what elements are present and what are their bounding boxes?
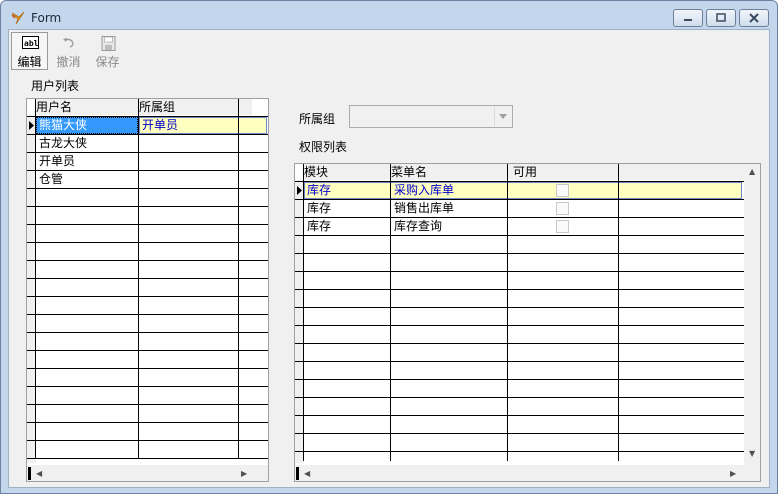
permission-grid-header-module[interactable]: 模块: [303, 164, 390, 180]
grid-column-line: [238, 99, 239, 458]
user-row-1-group[interactable]: 开单员: [139, 117, 178, 133]
grid-row-line: [27, 422, 268, 423]
grid-row-line: [27, 458, 268, 459]
grid-row-line: [295, 325, 744, 326]
perm-row-3-menu[interactable]: 库存查询: [391, 218, 442, 234]
save-button-label: 保存: [95, 55, 120, 69]
grid-row-line: [295, 235, 744, 236]
minimize-icon: [684, 19, 692, 21]
grid-row-line: [27, 278, 268, 279]
undo-button-label: 撤消: [56, 55, 81, 69]
user-grid-header-filler: [238, 99, 252, 115]
grid-row-line: [27, 170, 268, 171]
group-combobox[interactable]: [349, 105, 513, 128]
user-grid-header-name[interactable]: 用户名: [35, 99, 138, 115]
permission-grid-header-enabled[interactable]: 可用: [507, 164, 618, 180]
toolbar: abl 编辑 撤消 保存: [11, 32, 126, 72]
grid-row-line: [27, 332, 268, 333]
scroll-left-icon[interactable]: ◀: [304, 469, 310, 478]
edit-button[interactable]: abl 编辑: [11, 32, 48, 70]
grid-row-line: [295, 343, 744, 344]
grid-row-line: [295, 379, 744, 380]
grid-row-line: [295, 433, 744, 434]
group-field-label: 所属组: [299, 112, 336, 126]
user-list-label: 用户列表: [31, 79, 80, 93]
user-row-1-name[interactable]: 熊猫大侠: [36, 117, 87, 133]
grid-row-line: [27, 404, 268, 405]
grid-row-line: [27, 296, 268, 297]
permission-grid-header-filler: [618, 164, 744, 180]
perm-row-2-menu[interactable]: 销售出库单: [391, 200, 454, 216]
perm-row-3-module[interactable]: 库存: [304, 218, 331, 234]
scroll-left-icon[interactable]: ◀: [36, 469, 42, 478]
permission-row-current-highlight: [304, 182, 742, 199]
grid-row-line: [295, 307, 744, 308]
chevron-down-icon: [499, 114, 507, 119]
maximize-icon: [716, 13, 726, 22]
scroll-right-icon[interactable]: ▶: [241, 469, 247, 478]
permission-grid-header-menu[interactable]: 菜单名: [390, 164, 507, 180]
grid-row-line: [295, 199, 744, 200]
grid-row-line: [295, 271, 744, 272]
undo-icon: [63, 38, 74, 48]
user-row-2-name[interactable]: 古龙大侠: [36, 135, 87, 151]
perm-row-2-enabled-checkbox[interactable]: [556, 202, 569, 215]
floppy-disk-icon: [101, 36, 116, 51]
title-bar[interactable]: Form: [1, 1, 777, 29]
close-button[interactable]: [739, 9, 769, 27]
edit-button-label: 编辑: [17, 55, 42, 69]
perm-row-1-menu[interactable]: 采购入库单: [391, 182, 454, 198]
grid-row-line: [27, 386, 268, 387]
grid-column-line: [138, 99, 139, 458]
user-grid-vertical-scrollbar[interactable]: ▲ ▼: [268, 99, 269, 465]
grid-row-line: [27, 188, 268, 189]
grid-column-line: [618, 164, 619, 461]
group-dropdown-button[interactable]: [494, 107, 511, 126]
grid-row-line: [295, 361, 744, 362]
grid-row-line: [295, 253, 744, 254]
undo-button[interactable]: 撤消: [50, 32, 87, 70]
grid-row-line: [27, 314, 268, 315]
minimize-button[interactable]: [673, 9, 703, 27]
grid-row-line: [295, 451, 744, 452]
user-row-3-name[interactable]: 开单员: [36, 153, 75, 169]
permission-grid[interactable]: 模块 菜单名 可用 库存 采购入库单 库存 销售出库单 库存 库存查询 ▲ ▼: [294, 163, 761, 482]
grid-row-line: [27, 440, 268, 441]
perm-row-3-enabled-checkbox[interactable]: [556, 220, 569, 233]
form-client-area: abl 编辑 撤消 保存 用户列表 用户名 所属组 熊猫大侠 开单员 古龙大侠 …: [8, 29, 770, 488]
svg-text:abl: abl: [24, 39, 39, 48]
grid-row-line: [27, 260, 268, 261]
perm-row-1-enabled-checkbox[interactable]: [556, 184, 569, 197]
permission-grid-vertical-scrollbar[interactable]: ▲ ▼: [744, 164, 760, 465]
app-logo-icon: [11, 11, 25, 25]
scroll-right-icon[interactable]: ▶: [730, 469, 736, 478]
user-grid-header-group[interactable]: 所属组: [138, 99, 238, 115]
grid-row-line: [295, 217, 744, 218]
perm-row-2-module[interactable]: 库存: [304, 200, 331, 216]
grid-row-line: [27, 224, 268, 225]
grid-row-line: [295, 415, 744, 416]
permission-grid-horizontal-scrollbar[interactable]: ◀ ▶: [295, 465, 760, 481]
edit-icon: abl: [22, 36, 39, 49]
grid-row-line: [27, 368, 268, 369]
perm-row-1-module[interactable]: 库存: [304, 182, 331, 198]
grid-row-line: [295, 289, 744, 290]
grid-row-line: [27, 350, 268, 351]
grid-row-line: [295, 397, 744, 398]
permission-list-label: 权限列表: [299, 140, 348, 154]
app-window: Form abl 编辑 撤消 保存 用户列表 用户名 所属组 熊猫大侠 开单员 …: [0, 0, 778, 494]
close-icon: [749, 13, 759, 23]
window-title: Form: [31, 11, 62, 25]
grid-row-line: [295, 181, 744, 182]
maximize-button[interactable]: [706, 9, 736, 27]
user-row-4-name[interactable]: 仓管: [36, 171, 63, 187]
user-grid-horizontal-scrollbar[interactable]: ◀ ▶: [27, 465, 268, 481]
grid-column-line: [507, 164, 508, 461]
scroll-down-icon[interactable]: ▼: [749, 449, 755, 458]
save-button[interactable]: 保存: [89, 32, 126, 70]
grid-row-line: [27, 206, 268, 207]
scroll-up-icon[interactable]: ▲: [749, 167, 755, 176]
user-grid[interactable]: 用户名 所属组 熊猫大侠 开单员 古龙大侠 开单员 仓管 ▲ ▼ ◀ ▶: [26, 98, 269, 482]
grid-row-line: [27, 242, 268, 243]
